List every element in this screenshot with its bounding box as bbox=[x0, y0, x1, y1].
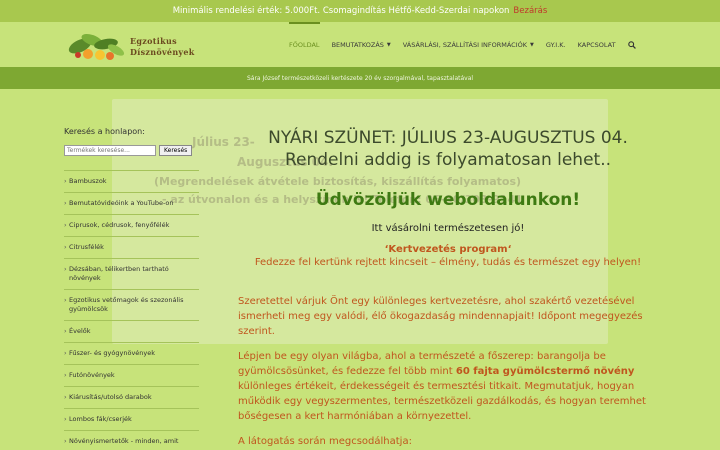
category-list: Bambuszok Bemutatóvideóink a YouTube-on … bbox=[64, 170, 199, 450]
category-item[interactable]: Citrusfélék bbox=[64, 237, 199, 259]
program-tagline: Fedezze fel kertünk rejtett kincseit – é… bbox=[254, 257, 642, 268]
nav-item-gyik[interactable]: GY.I.K. bbox=[540, 22, 572, 67]
category-item[interactable]: Bambuszok bbox=[64, 171, 199, 193]
nav-item-vasarlasi-info[interactable]: Vásárlási, szállítási információk ▼ bbox=[397, 22, 540, 67]
summer-break-line-2: Rendelni addig is folyamatosan lehet.. bbox=[284, 150, 612, 170]
nav-item-fooldal[interactable]: Főoldal bbox=[283, 22, 326, 67]
category-item[interactable]: Fűszer- és gyógynövények bbox=[64, 343, 199, 365]
main-nav: Főoldal Bemutatkozás ▼ Vásárlási, szállí… bbox=[283, 22, 642, 67]
nav-label: GY.I.K. bbox=[545, 40, 566, 49]
site-logo[interactable]: Egzotikus Dísznövények bbox=[66, 28, 201, 62]
program-title: ‘Kertvezetés program‘ bbox=[238, 244, 658, 255]
category-item[interactable]: Futónövények bbox=[64, 365, 199, 387]
product-search-form: Keresés bbox=[64, 145, 199, 156]
chevron-down-icon: ▼ bbox=[386, 41, 391, 48]
plant-logo-icon bbox=[68, 33, 125, 60]
nav-item-bemutatkozas[interactable]: Bemutatkozás ▼ bbox=[326, 22, 397, 67]
tagline-text: Sára József természetközeli kertészete 2… bbox=[246, 74, 474, 82]
nav-label: Kapcsolat bbox=[577, 40, 616, 49]
logo-line-1: Egzotikus bbox=[130, 36, 177, 46]
logo-text: Egzotikus Dísznövények bbox=[130, 36, 195, 58]
sidebar: Keresés a honlapon: Keresés Bambuszok Be… bbox=[64, 127, 199, 450]
search-submit-button[interactable]: Keresés bbox=[159, 145, 193, 156]
paragraph-garden-end: különleges értékeit, érdekességeit és te… bbox=[238, 381, 646, 422]
store-notice-text: Minimális rendelési érték: 5.000Ft. Csom… bbox=[172, 6, 510, 16]
category-item[interactable]: Évelők bbox=[64, 321, 199, 343]
chevron-down-icon: ▼ bbox=[530, 41, 534, 48]
welcome-heading: Üdvözöljük weboldalunkon! bbox=[315, 190, 581, 210]
product-search-input[interactable] bbox=[64, 145, 156, 156]
category-item[interactable]: Növényismertetők - minden, amit bbox=[64, 431, 199, 450]
category-item[interactable]: Egzotikus vetőmagok és szezonális gyümöl… bbox=[64, 290, 199, 321]
category-item[interactable]: Kiárusítás/utolsó darabok bbox=[64, 387, 199, 409]
paragraph-intro: Szeretettel várjuk Önt egy különleges ke… bbox=[238, 296, 643, 337]
category-item[interactable]: Dézsában, télikertben tartható növények bbox=[64, 259, 199, 290]
nav-item-kapcsolat[interactable]: Kapcsolat bbox=[572, 22, 622, 67]
search-heading: Keresés a honlapon: bbox=[64, 127, 145, 136]
program-title-text: ‘Kertvezetés program‘ bbox=[384, 244, 512, 255]
paragraph-visit: A látogatás során megcsodálhatja: bbox=[238, 436, 412, 447]
notice-close-link[interactable]: Bezárás bbox=[513, 6, 547, 16]
buy-text: Itt vásárolni természetesen jó! bbox=[371, 223, 525, 234]
summer-break-line-1: NYÁRI SZÜNET: JÚLIUS 23-AUGUSZTUS 04. bbox=[268, 128, 628, 148]
nav-label: Vásárlási, szállítási információk bbox=[402, 40, 527, 49]
nav-label: Bemutatkozás bbox=[331, 40, 384, 49]
category-item[interactable]: Bemutatóvideóink a YouTube-on bbox=[64, 193, 199, 215]
logo-line-2: Dísznövények bbox=[130, 47, 195, 57]
category-item[interactable]: Ciprusok, cédrusok, fenyőfélék bbox=[64, 215, 199, 237]
home-content: NYÁRI SZÜNET: JÚLIUS 23-AUGUSZTUS 04. Re… bbox=[238, 127, 658, 447]
site-header: Egzotikus Dísznövények Főoldal Bemutatko… bbox=[0, 22, 720, 67]
store-notice-bar: Minimális rendelési érték: 5.000Ft. Csom… bbox=[0, 0, 720, 22]
paragraph-garden: Lépjen be egy olyan világba, ahol a term… bbox=[238, 349, 658, 424]
nav-label: Főoldal bbox=[289, 40, 320, 49]
tagline-bar: Sára József természetközeli kertészete 2… bbox=[0, 67, 720, 89]
search-icon bbox=[627, 40, 636, 49]
category-item[interactable]: Lombos fák/cserjék bbox=[64, 409, 199, 431]
main-content-area: Július 23- Augusztus 04. (Megrendelések … bbox=[0, 89, 720, 450]
nav-search-button[interactable] bbox=[622, 22, 642, 67]
fruit-count-highlight: 60 fajta gyümölcstermő növény bbox=[455, 366, 635, 377]
